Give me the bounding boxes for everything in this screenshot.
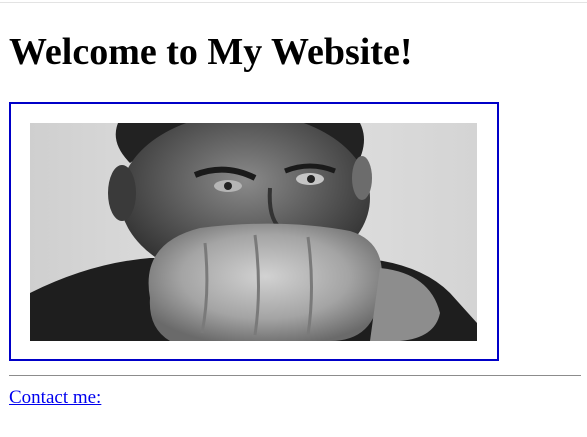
browser-top-edge <box>0 2 587 3</box>
photo-frame <box>9 102 499 361</box>
photo-illustration <box>30 123 477 341</box>
fist-photo <box>30 123 477 341</box>
contact-link[interactable]: Contact me: <box>9 387 101 409</box>
section-divider <box>9 375 581 376</box>
page-title: Welcome to My Website! <box>9 31 413 73</box>
